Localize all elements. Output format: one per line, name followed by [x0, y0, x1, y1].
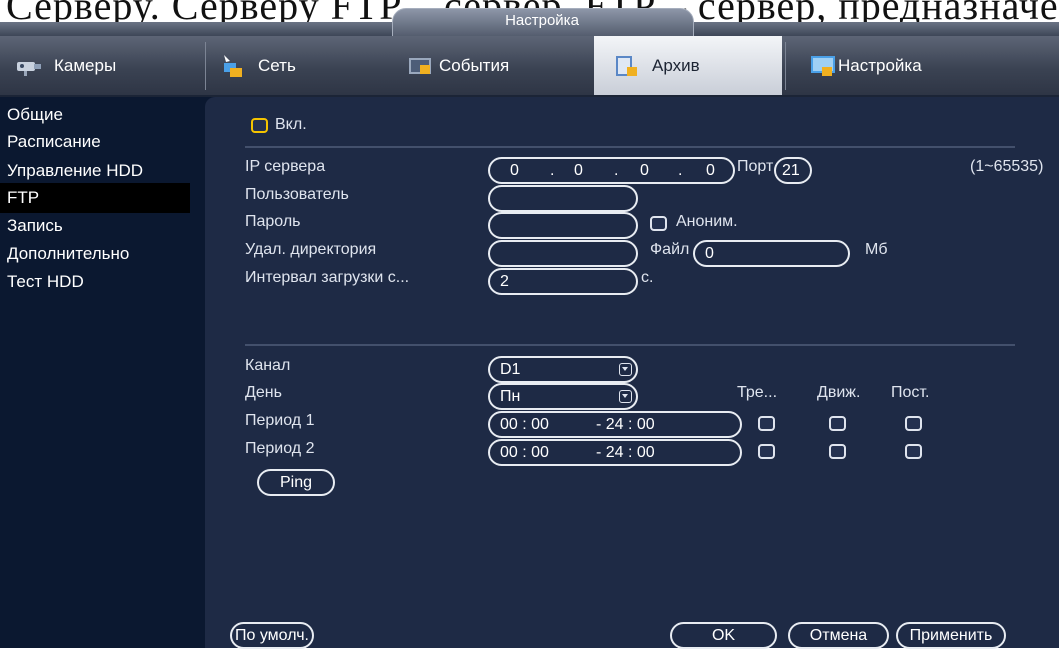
- enable-label: Вкл.: [275, 116, 307, 133]
- sidebar-item-record[interactable]: Запись: [0, 211, 190, 241]
- port-input[interactable]: 21: [774, 157, 812, 184]
- ip-octet-4: 0: [706, 162, 715, 179]
- column-alarm-header: Тре...: [737, 384, 778, 401]
- divider: [245, 344, 1015, 346]
- divider: [245, 146, 1015, 148]
- channel-select-value: D1: [500, 361, 521, 378]
- channel-label: Канал: [245, 357, 291, 374]
- camera-icon: [14, 53, 44, 79]
- tab-separator: [785, 42, 786, 90]
- default-button[interactable]: По умолч.: [230, 622, 314, 649]
- chevron-down-icon: [619, 390, 632, 403]
- apply-button[interactable]: Применить: [896, 622, 1006, 649]
- ftp-settings-panel: Вкл. IP сервера 0 . 0 . 0 . 0 Порт 21 (1…: [205, 97, 1059, 649]
- ip-octet-3: 0: [640, 162, 649, 179]
- ip-octet-1: 0: [510, 162, 519, 179]
- day-select[interactable]: Пн: [488, 383, 638, 410]
- period-1-start: 00 : 00: [500, 416, 549, 433]
- cancel-button[interactable]: Отмена: [788, 622, 889, 649]
- period-1-motion-checkbox[interactable]: [829, 416, 846, 431]
- enable-checkbox[interactable]: [251, 118, 268, 133]
- tab-settings-label: Настройка: [838, 55, 922, 75]
- port-label: Порт: [737, 158, 774, 175]
- settings-icon: [808, 53, 838, 79]
- ip-octet-2: 0: [574, 162, 583, 179]
- channel-select[interactable]: D1: [488, 356, 638, 383]
- user-label: Пользователь: [245, 186, 349, 203]
- tab-separator: [205, 42, 206, 90]
- remote-dir-input[interactable]: [488, 240, 638, 267]
- anonymous-label: Аноним.: [676, 213, 738, 230]
- period-2-label: Период 2: [245, 440, 315, 457]
- sidebar-item-hdd-test[interactable]: Тест HDD: [0, 267, 190, 297]
- tab-archive-label: Архив: [652, 55, 700, 75]
- period-2-constant-checkbox[interactable]: [905, 444, 922, 459]
- upload-interval-input[interactable]: 2: [488, 268, 638, 295]
- anonymous-checkbox[interactable]: [650, 216, 667, 231]
- period-2-alarm-checkbox[interactable]: [758, 444, 775, 459]
- sidebar-item-hdd-management[interactable]: Управление HDD: [0, 156, 190, 186]
- network-icon: [218, 53, 248, 79]
- day-select-value: Пн: [500, 388, 521, 405]
- tab-archive[interactable]: Архив: [594, 36, 782, 95]
- file-size-input[interactable]: 0: [693, 240, 850, 267]
- ip-dot: .: [550, 162, 555, 179]
- column-motion-header: Движ.: [817, 384, 861, 401]
- chevron-down-icon: [619, 363, 632, 376]
- period-1-time-input[interactable]: 00 : 00 - 24 : 00: [488, 411, 742, 438]
- tab-cameras-label: Камеры: [54, 55, 117, 75]
- user-input[interactable]: [488, 185, 638, 212]
- password-label: Пароль: [245, 213, 301, 230]
- upload-interval-label: Интервал загрузки с...: [245, 269, 410, 286]
- main-tab-bar: Камеры Сеть События Архив Настройка: [0, 36, 1059, 97]
- column-constant-header: Пост.: [891, 384, 930, 401]
- sidebar-item-general[interactable]: Общие: [0, 100, 190, 130]
- upload-interval-unit: с.: [641, 269, 654, 286]
- period-1-alarm-checkbox[interactable]: [758, 416, 775, 431]
- sidebar-item-ftp[interactable]: FTP: [0, 183, 190, 213]
- ok-button[interactable]: OK: [670, 622, 777, 649]
- ip-dot: .: [614, 162, 619, 179]
- period-2-time-input[interactable]: 00 : 00 - 24 : 00: [488, 439, 742, 466]
- archive-icon: [612, 53, 642, 79]
- tab-events[interactable]: События: [405, 36, 590, 95]
- tab-events-label: События: [439, 55, 510, 75]
- tab-network[interactable]: Сеть: [218, 36, 393, 95]
- file-size-unit: Мб: [865, 241, 888, 258]
- period-2-end: - 24 : 00: [596, 444, 655, 461]
- sidebar-item-schedule[interactable]: Расписание: [0, 127, 190, 157]
- period-2-start: 00 : 00: [500, 444, 549, 461]
- file-size-label: Файл: [650, 241, 690, 258]
- ip-dot: .: [678, 162, 683, 179]
- period-1-label: Период 1: [245, 412, 315, 429]
- ping-button[interactable]: Ping: [257, 469, 335, 496]
- sidebar: Общие Расписание Управление HDD FTP Запи…: [0, 97, 195, 648]
- events-icon: [405, 53, 435, 79]
- server-ip-label: IP сервера: [245, 158, 326, 175]
- tab-settings[interactable]: Настройка: [808, 36, 998, 95]
- port-range-hint: (1~65535): [970, 158, 1044, 175]
- period-2-motion-checkbox[interactable]: [829, 444, 846, 459]
- window-title: Настройка: [505, 12, 579, 29]
- period-1-end: - 24 : 00: [596, 416, 655, 433]
- sidebar-item-advanced[interactable]: Дополнительно: [0, 239, 190, 269]
- dvr-settings-window: Настройка Камеры Сеть События Архив Наст…: [0, 8, 1059, 649]
- password-input[interactable]: [488, 212, 638, 239]
- tab-cameras[interactable]: Камеры: [14, 36, 204, 95]
- remote-dir-label: Удал. директория: [245, 241, 377, 258]
- day-label: День: [245, 384, 282, 401]
- period-1-constant-checkbox[interactable]: [905, 416, 922, 431]
- tab-network-label: Сеть: [258, 55, 296, 75]
- server-ip-input[interactable]: 0 . 0 . 0 . 0: [488, 157, 735, 184]
